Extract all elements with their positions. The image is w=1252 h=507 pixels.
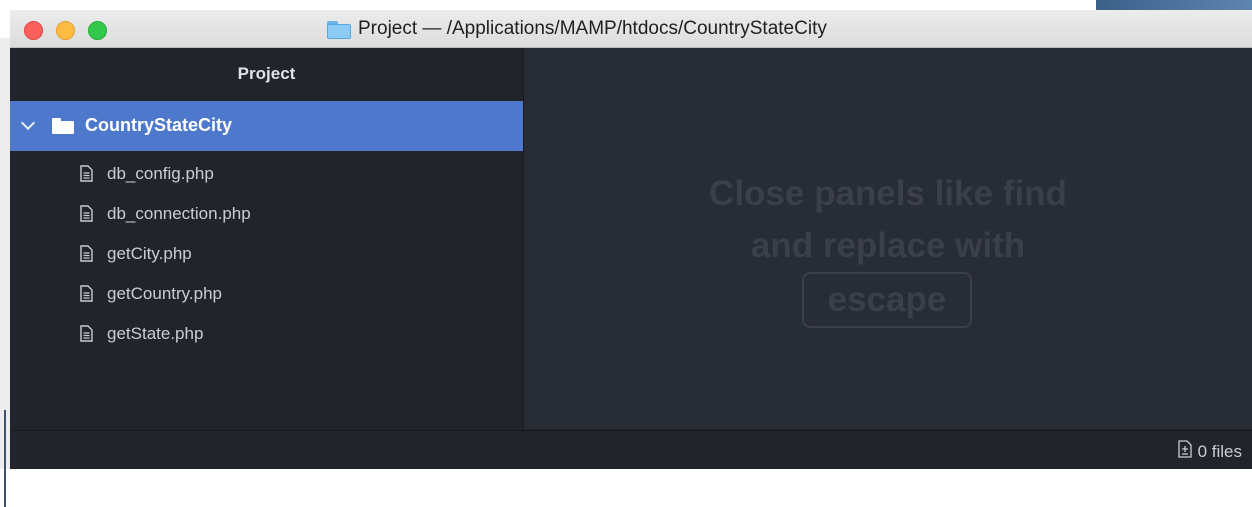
tree-root-label: CountryStateCity	[85, 115, 233, 135]
file-label: db_config.php	[107, 164, 214, 183]
git-files-status[interactable]: 0 files	[1177, 440, 1242, 463]
diff-icon	[1177, 440, 1192, 463]
file-label: db_connection.php	[107, 204, 251, 223]
status-bar: 0 files	[10, 430, 1252, 469]
editor-pane[interactable]: Close panels like find and replace with …	[524, 48, 1252, 429]
file-icon	[80, 285, 93, 302]
file-icon	[80, 165, 93, 182]
escape-key-badge: escape	[802, 272, 972, 328]
desktop-edge-accent	[4, 410, 6, 507]
close-window-button[interactable]	[24, 21, 43, 40]
tree-file-item[interactable]: getCountry.php	[10, 274, 523, 314]
window-title: Project — /Applications/MAMP/htdocs/Coun…	[358, 18, 827, 39]
minimize-window-button[interactable]	[56, 21, 75, 40]
hint-text-line-1: Close panels like find	[709, 174, 1067, 213]
panel-title: Project	[237, 64, 296, 83]
project-tree-panel: Project CountryStateCity db_config.php d…	[10, 48, 524, 429]
desktop-background	[1096, 0, 1252, 10]
files-count: 0 files	[1197, 441, 1242, 461]
title-bar[interactable]: Project — /Applications/MAMP/htdocs/Coun…	[10, 10, 1252, 48]
folder-icon	[326, 19, 352, 39]
file-label: getCity.php	[107, 244, 192, 263]
tree-file-item[interactable]: getState.php	[10, 314, 523, 354]
file-list: db_config.php db_connection.php getCity.…	[10, 154, 523, 354]
tree-root-folder[interactable]: CountryStateCity	[10, 101, 523, 151]
chevron-down-icon[interactable]	[20, 115, 36, 131]
file-icon	[80, 245, 93, 262]
file-label: getState.php	[107, 324, 204, 343]
tree-file-item[interactable]: getCity.php	[10, 234, 523, 274]
window-title-group: Project — /Applications/MAMP/htdocs/Coun…	[326, 16, 827, 42]
editor-window: Project — /Applications/MAMP/htdocs/Coun…	[10, 10, 1252, 469]
tree-file-item[interactable]: db_config.php	[10, 154, 523, 194]
folder-icon	[52, 118, 74, 134]
tree-file-item[interactable]: db_connection.php	[10, 194, 523, 234]
maximize-window-button[interactable]	[88, 21, 107, 40]
file-icon	[80, 325, 93, 342]
desktop-edge	[0, 38, 10, 507]
file-icon	[80, 205, 93, 222]
file-label: getCountry.php	[107, 284, 222, 303]
hint-text-line-2: and replace with	[750, 226, 1026, 265]
